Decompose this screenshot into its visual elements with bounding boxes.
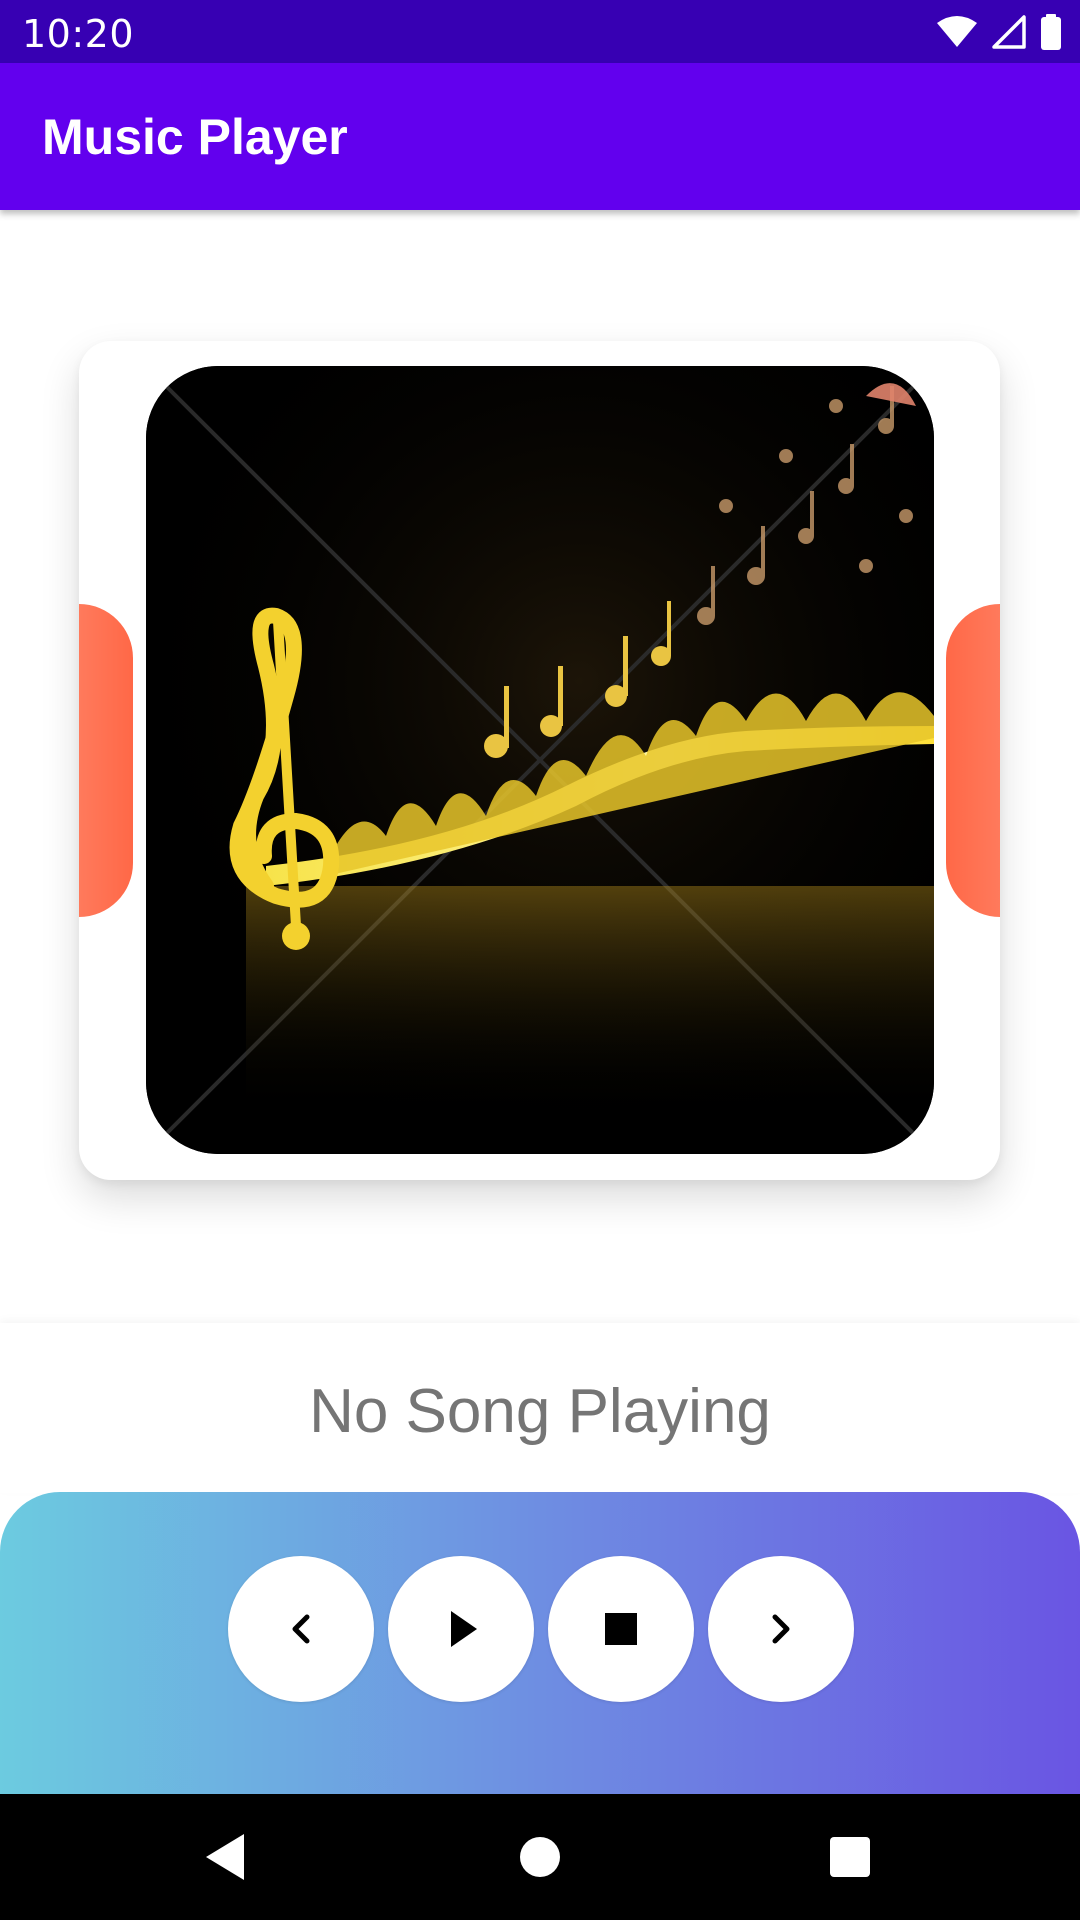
back-button[interactable]	[196, 1827, 256, 1887]
album-art-card	[79, 341, 1000, 1180]
back-icon	[206, 1834, 244, 1880]
home-button[interactable]	[510, 1827, 570, 1887]
recents-icon	[830, 1837, 870, 1877]
status-bar: 10:20	[0, 0, 1080, 63]
stop-button[interactable]	[548, 1556, 694, 1702]
battery-icon	[1040, 14, 1062, 50]
chevron-left-icon	[292, 1614, 310, 1644]
stop-icon	[605, 1613, 637, 1645]
recents-button[interactable]	[820, 1827, 880, 1887]
wifi-icon	[936, 15, 978, 49]
playback-controls-panel	[0, 1492, 1080, 1794]
now-playing-area: No Song Playing	[0, 1323, 1080, 1493]
music-notes-image	[146, 366, 934, 1154]
status-icons	[936, 14, 1062, 50]
status-time: 10:20	[22, 12, 135, 56]
system-nav-bar	[0, 1794, 1080, 1920]
home-icon	[520, 1837, 560, 1877]
app-bar: Music Player	[0, 63, 1080, 210]
chevron-right-icon	[772, 1614, 790, 1644]
album-art-image	[146, 366, 934, 1154]
next-button[interactable]	[708, 1556, 854, 1702]
app-title: Music Player	[42, 109, 348, 165]
now-playing-text: No Song Playing	[309, 1377, 771, 1446]
previous-swipe-tab[interactable]	[79, 604, 133, 917]
previous-button[interactable]	[228, 1556, 374, 1702]
next-swipe-tab[interactable]	[946, 604, 1000, 917]
cell-signal-icon	[992, 15, 1026, 49]
play-button[interactable]	[388, 1556, 534, 1702]
play-icon	[451, 1611, 477, 1647]
